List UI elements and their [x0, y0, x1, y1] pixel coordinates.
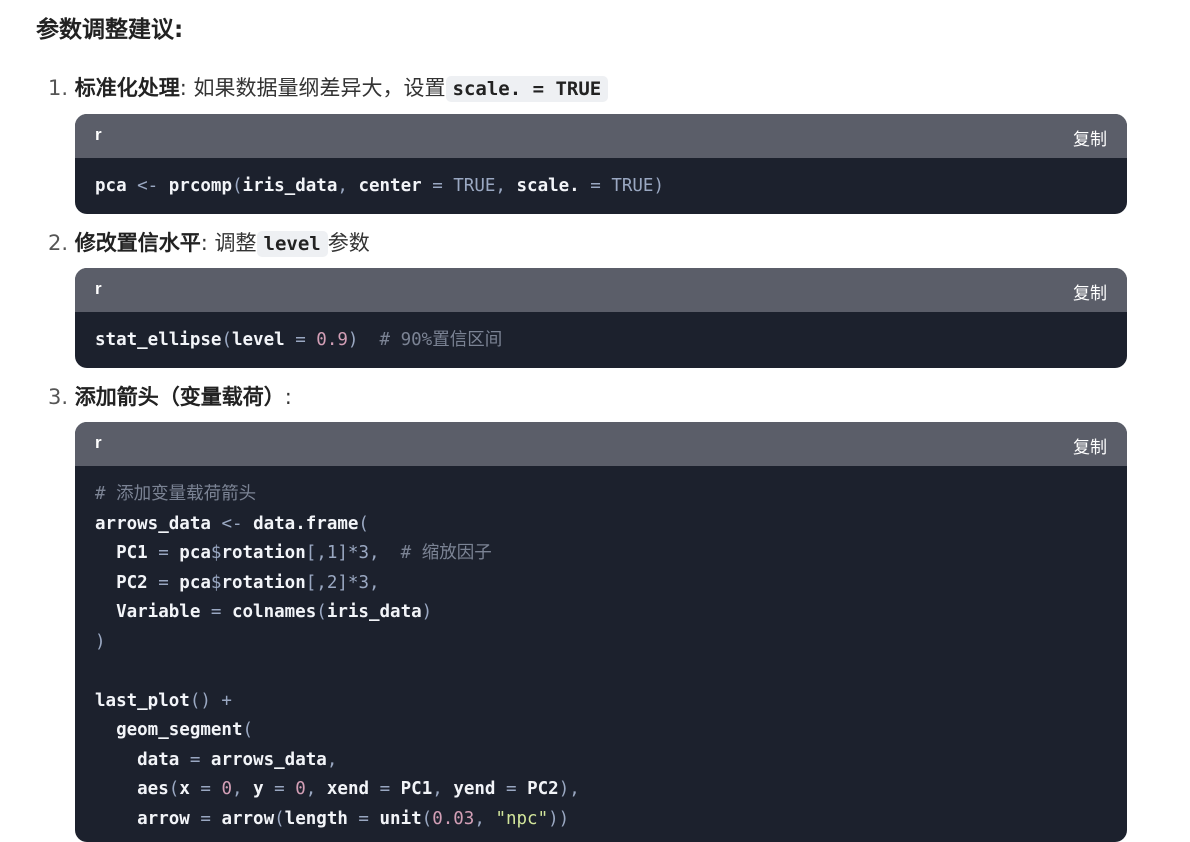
section-heading: 参数调整建议:: [36, 17, 184, 43]
list-number: 1.: [48, 76, 69, 100]
code-block-header: r 复制: [75, 114, 1127, 158]
code-block-1: r 复制 pca <- prcomp(iris_data, center = T…: [75, 114, 1127, 214]
copy-button[interactable]: 复制: [1073, 279, 1107, 304]
item-text: 如果数据量纲差异大，设置: [193, 76, 446, 100]
code-line: pca <- prcomp(iris_data, center = TRUE, …: [95, 176, 665, 196]
code-line: arrow = arrow(length = unit(0.03, "npc")…: [95, 808, 570, 829]
list-number: 2.: [48, 231, 69, 255]
item-title: 修改置信水平: [74, 231, 201, 255]
code-block-3: r 复制 # 添加变量载荷箭头 arrows_data <- data.fram…: [75, 422, 1127, 842]
code-body: pca <- prcomp(iris_data, center = TRUE, …: [75, 158, 1127, 202]
code-line: arrows_data <- data.frame(: [95, 513, 369, 534]
inline-code: level: [256, 231, 328, 257]
item-title: 标准化处理: [74, 76, 180, 100]
item-separator: :: [179, 76, 187, 100]
code-line: Variable = colnames(iris_data): [95, 602, 433, 622]
list-item-3: 3. 添加箭头（变量载荷）:: [48, 381, 292, 411]
item-separator: :: [284, 385, 292, 409]
code-body: stat_ellipse(level = 0.9) # 90%置信区间: [75, 312, 1127, 356]
code-line: PC1 = pca$rotation[,1]*3, # 缩放因子: [95, 543, 492, 563]
code-line: aes(x = 0, y = 0, xend = PC1, yend = PC2…: [95, 779, 580, 799]
copy-button[interactable]: 复制: [1073, 125, 1107, 150]
item-text-after: 参数: [327, 231, 370, 255]
code-block-header: r 复制: [75, 268, 1127, 312]
list-number: 3.: [48, 385, 69, 409]
list-item-2: 2. 修改置信水平: 调整 level 参数: [48, 227, 370, 257]
copy-button[interactable]: 复制: [1073, 433, 1107, 458]
code-language-label: r: [95, 125, 102, 144]
code-language-label: r: [95, 433, 102, 452]
item-separator: :: [200, 231, 208, 255]
code-body: # 添加变量载荷箭头 arrows_data <- data.frame( PC…: [75, 466, 1127, 834]
item-text: 调整: [214, 231, 257, 255]
code-line: geom_segment(: [95, 720, 254, 740]
code-line: PC2 = pca$rotation[,2]*3,: [95, 572, 380, 593]
code-block-header: r 复制: [75, 422, 1127, 466]
item-title: 添加箭头（变量载荷）: [74, 385, 285, 409]
code-line: last_plot() +: [95, 690, 232, 711]
code-line: # 添加变量载荷箭头: [95, 484, 257, 504]
inline-code: scale. = TRUE: [445, 76, 609, 102]
code-line: ): [95, 631, 106, 652]
code-block-2: r 复制 stat_ellipse(level = 0.9) # 90%置信区间: [75, 268, 1127, 368]
list-item-1: 1. 标准化处理: 如果数据量纲差异大，设置 scale. = TRUE: [48, 72, 609, 102]
code-language-label: r: [95, 279, 102, 298]
code-line: stat_ellipse(level = 0.9) # 90%置信区间: [95, 330, 503, 350]
code-line: data = arrows_data,: [95, 749, 338, 770]
